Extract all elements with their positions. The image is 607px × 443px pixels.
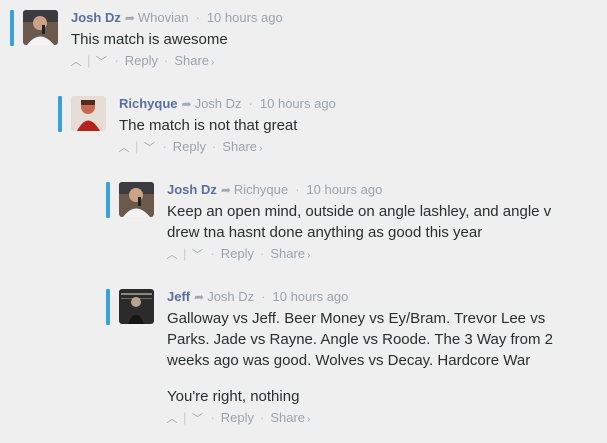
comment-actions: ︿ | ﹀ · Reply · Share › <box>69 53 215 71</box>
separator-dot: · <box>114 53 119 68</box>
author-name[interactable]: Josh Dz <box>71 10 121 25</box>
chevron-up-icon[interactable]: ︿ <box>69 54 83 70</box>
separator-dot: · <box>195 10 200 25</box>
comment-paragraph: You're right, nothing <box>167 388 300 405</box>
comment-body: Keep an open mind, outside on angle lash… <box>167 201 562 243</box>
comment-actions: ︿ | ﹀ · Reply · Share › <box>165 410 311 428</box>
timestamp-link[interactable]: 10 hours ago <box>207 10 283 25</box>
comment-paragraph: The match is not that great <box>119 117 298 134</box>
share-label: Share <box>174 53 210 68</box>
comment-paragraph: This match is awesome <box>71 31 228 48</box>
chevron-up-icon[interactable]: ︿ <box>165 411 179 427</box>
thread-indicator <box>58 96 62 132</box>
share-button[interactable]: Share › <box>174 53 214 68</box>
reply-button[interactable]: Reply <box>125 53 158 68</box>
vote-divider: | <box>183 246 187 261</box>
timestamp-link[interactable]: 10 hours ago <box>260 96 336 111</box>
comment-body: This match is awesome <box>71 29 581 50</box>
separator-dot: · <box>259 410 265 425</box>
share-label: Share <box>222 139 258 154</box>
avatar[interactable] <box>23 10 58 45</box>
vote-divider: | <box>183 410 187 425</box>
reply-button[interactable]: Reply <box>221 246 254 261</box>
separator-dot: · <box>259 246 265 261</box>
share-button[interactable]: Share › <box>270 246 310 261</box>
chevron-right-icon: › <box>307 250 311 261</box>
comment-body: The match is not that great <box>119 115 589 136</box>
comment-paragraph: Galloway vs Jeff. Beer Money vs Ey/Bram.… <box>167 310 554 369</box>
reply-arrow-icon: ➦ <box>194 290 205 304</box>
share-label: Share <box>270 246 306 261</box>
author-name[interactable]: Josh Dz <box>167 182 217 197</box>
reply-arrow-icon: ➦ <box>124 11 135 25</box>
comment-actions: ︿ | ﹀ · Reply · Share › <box>117 139 263 157</box>
chevron-up-icon[interactable]: ︿ <box>165 247 179 263</box>
parent-author-link[interactable]: Richyque <box>234 182 288 197</box>
reply-button[interactable]: Reply <box>173 139 206 154</box>
reply-button[interactable]: Reply <box>221 410 254 425</box>
comment-header: Jeff ➦ Josh Dz · 10 hours ago <box>167 289 348 305</box>
parent-author-link[interactable]: Josh Dz <box>195 96 242 111</box>
reply-arrow-icon: ➦ <box>181 97 192 111</box>
thread-indicator <box>10 10 14 46</box>
comment-header: Josh Dz ➦ Richyque · 10 hours ago <box>167 182 382 198</box>
parent-author-link[interactable]: Josh Dz <box>207 289 254 304</box>
chevron-down-icon[interactable]: ﹀ <box>142 140 156 156</box>
separator-dot: · <box>261 289 266 304</box>
chevron-up-icon[interactable]: ︿ <box>117 140 131 156</box>
separator-dot: · <box>162 139 167 154</box>
share-button[interactable]: Share › <box>270 410 310 425</box>
thread-indicator <box>106 182 110 218</box>
separator-dot: · <box>211 139 217 154</box>
vote-divider: | <box>87 53 91 68</box>
avatar[interactable] <box>119 182 154 217</box>
separator-dot: · <box>295 182 300 197</box>
author-name[interactable]: Jeff <box>167 289 190 304</box>
separator-dot: · <box>163 53 169 68</box>
comment-paragraph: Keep an open mind, outside on angle lash… <box>167 203 552 241</box>
reply-arrow-icon: ➦ <box>220 183 231 197</box>
chevron-down-icon[interactable]: ﹀ <box>190 247 204 263</box>
author-name[interactable]: Richyque <box>119 96 178 111</box>
timestamp-link[interactable]: 10 hours ago <box>306 182 382 197</box>
separator-dot: · <box>210 246 215 261</box>
avatar[interactable] <box>71 96 106 131</box>
share-label: Share <box>270 410 306 425</box>
separator-dot: · <box>248 96 253 111</box>
chevron-right-icon: › <box>307 414 311 425</box>
vote-divider: | <box>135 139 139 154</box>
timestamp-link[interactable]: 10 hours ago <box>273 289 349 304</box>
comment: Jeff ➦ Josh Dz · 10 hours ago Galloway vs Je… <box>106 287 600 437</box>
chevron-right-icon: › <box>259 143 263 154</box>
chevron-down-icon[interactable]: ﹀ <box>94 54 108 70</box>
comment-actions: ︿ | ﹀ · Reply · Share › <box>165 246 311 264</box>
parent-author-link[interactable]: Whovian <box>138 10 189 25</box>
share-button[interactable]: Share › <box>222 139 262 154</box>
separator-dot: · <box>210 410 215 425</box>
comment-header: Richyque ➦ Josh Dz · 10 hours ago <box>119 96 336 112</box>
comment: Josh Dz ➦ Whovian · 10 hours ago This match … <box>10 8 600 80</box>
comment: Richyque ➦ Josh Dz · 10 hours ago The match … <box>58 94 600 166</box>
thread-indicator <box>106 289 110 325</box>
avatar[interactable] <box>119 289 154 324</box>
comment: Josh Dz ➦ Richyque · 10 hours ago Keep an op… <box>106 180 600 270</box>
comment-body: Galloway vs Jeff. Beer Money vs Ey/Bram.… <box>167 308 567 407</box>
comment-header: Josh Dz ➦ Whovian · 10 hours ago <box>71 10 283 26</box>
chevron-down-icon[interactable]: ﹀ <box>190 411 204 427</box>
chevron-right-icon: › <box>211 57 215 68</box>
